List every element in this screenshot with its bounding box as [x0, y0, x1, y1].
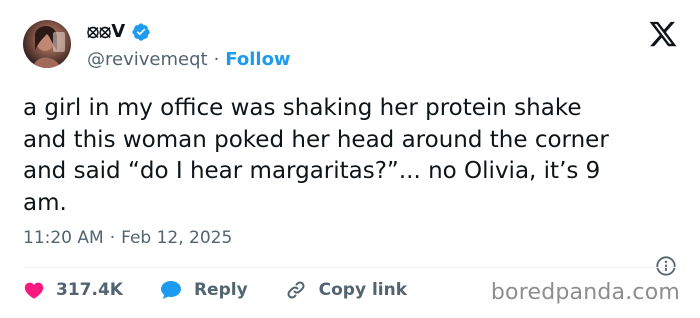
link-icon	[287, 281, 305, 299]
avatar[interactable]	[23, 20, 71, 68]
display-name[interactable]: ⦻⦻V	[87, 21, 125, 42]
separator-dot: ·	[213, 49, 220, 70]
action-bar: 317.4K Reply Copy link	[23, 278, 443, 302]
copy-link-label: Copy link	[318, 280, 408, 300]
tweet-meta: 11:20 AM · Feb 12, 2025	[23, 228, 232, 248]
tweet-time[interactable]: 11:20 AM	[23, 228, 104, 248]
watermark: boredpanda.com	[490, 280, 680, 305]
follow-button[interactable]: Follow	[225, 49, 290, 70]
meta-separator: ·	[109, 228, 116, 248]
reply-button[interactable]: Reply	[159, 279, 248, 301]
copy-link-button[interactable]: Copy link	[284, 278, 407, 302]
tweet-date[interactable]: Feb 12, 2025	[121, 228, 232, 248]
info-icon[interactable]	[655, 255, 677, 277]
tweet-card: ⦻⦻V @revivemeqt · Follow a girl in my of…	[0, 0, 700, 318]
x-logo-icon[interactable]	[648, 19, 678, 49]
heart-icon	[24, 282, 44, 299]
like-button[interactable]: 317.4K	[23, 279, 123, 301]
reply-label: Reply	[193, 280, 248, 300]
author-handle[interactable]: @revivemeqt	[87, 49, 208, 70]
reply-bubble-icon	[160, 281, 181, 299]
tweet-text: a girl in my office was shaking her prot…	[23, 95, 609, 216]
handle-row: @revivemeqt · Follow	[87, 49, 291, 70]
like-count: 317.4K	[56, 280, 123, 300]
author-name-row: ⦻⦻V	[87, 21, 151, 42]
verified-badge-icon	[131, 22, 151, 42]
divider	[23, 267, 677, 268]
